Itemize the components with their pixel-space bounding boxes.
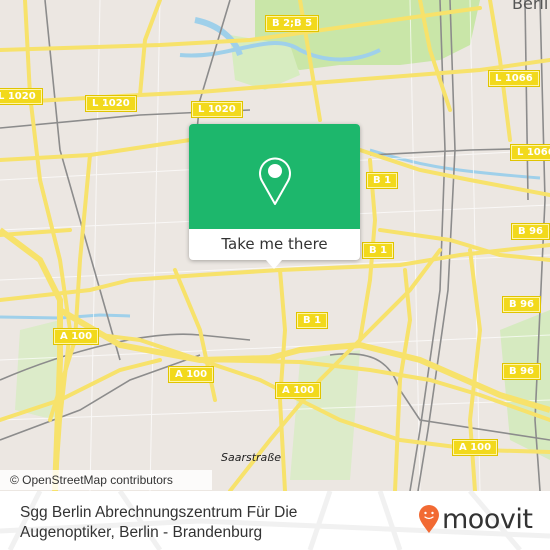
road-shield-l1020-mid: L 1020 [86,96,136,111]
location-popup: Take me there [189,124,360,269]
road-shield-a100-center: A 100 [169,367,214,382]
road-shield-l1020-right: L 1020 [192,102,242,117]
place-title: Sgg Berlin Abrechnungszentrum Für Die Au… [20,504,298,541]
road-shield-l1020-left: L 1020 [0,89,42,104]
road-shield-b1-lower: B 1 [297,313,328,328]
map-attribution[interactable]: © OpenStreetMap contributors [0,470,212,490]
place-label-saarstrasse: Saarstraße [221,451,281,464]
footer: Sgg Berlin Abrechnungszentrum Für Die Au… [0,491,550,550]
moovit-pin-icon [419,505,439,533]
road-shield-a100-far-right: A 100 [453,440,498,455]
road-shield-l1066-top: L 1066 [489,71,539,86]
road-shield-b96-lower: B 96 [503,364,541,379]
moovit-logo[interactable]: moovit [418,499,533,539]
road-shield-b2-b5: B 2;B 5 [266,16,319,31]
popup-pointer [266,260,282,269]
map-pin-icon [259,157,291,205]
road-shield-b96-mid: B 96 [503,297,541,312]
road-shield-b96-upper: B 96 [512,224,550,239]
take-me-there-button[interactable]: Take me there [189,229,360,260]
moovit-wordmark: moovit [442,503,533,535]
road-shield-b1-upper: B 1 [367,173,398,188]
road-shield-a100-right: A 100 [276,383,321,398]
road-shield-a100-left: A 100 [54,329,99,344]
road-shield-l1066-right: L 1066 [511,145,550,160]
city-label: Berli [512,0,549,13]
popup-header [189,124,360,229]
road-shield-b1-mid: B 1 [363,243,394,258]
map-view[interactable]: Berli B 2;B 5 L 1020 L 1020 L 1020 L 106… [0,0,550,491]
